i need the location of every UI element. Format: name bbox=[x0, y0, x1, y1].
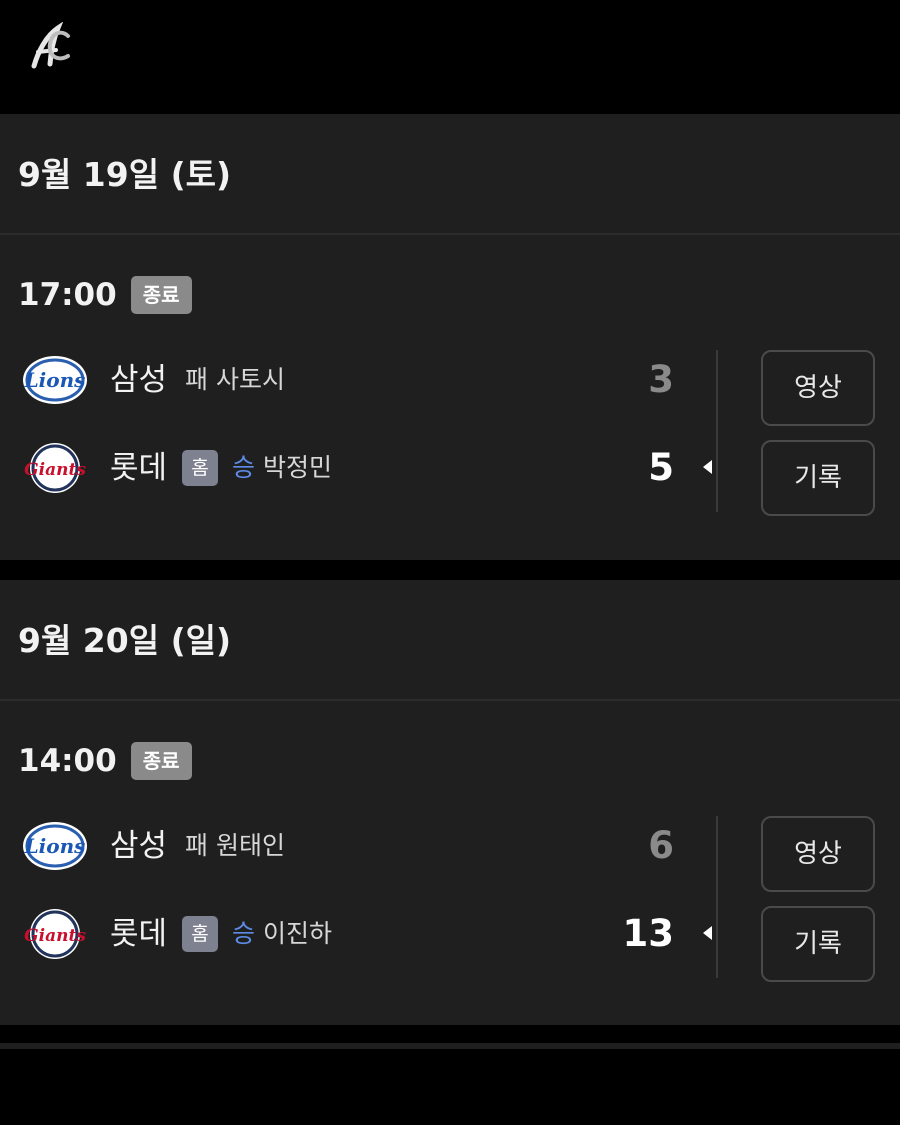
svg-text:Giants: Giants bbox=[24, 460, 86, 480]
game-time-row: 17:00 종료 bbox=[18, 275, 192, 315]
game-card[interactable]: 14:00 종료 Lions 삼성 패 원태인 6 Giants 롯데 홈 승 … bbox=[0, 701, 900, 1026]
game-time-row: 14:00 종료 bbox=[18, 741, 192, 781]
game-time: 14:00 bbox=[18, 743, 117, 779]
score: 3 bbox=[648, 358, 674, 401]
game-card[interactable]: 17:00 종료 Lions 삼성 패 사토시 3 Giants 롯데 홈 승 … bbox=[0, 235, 900, 560]
date-title: 9월 19일 (토) bbox=[18, 155, 232, 194]
pitcher-result: 승 박정민 bbox=[232, 438, 332, 498]
team-row-home: Giants 롯데 홈 승 박정민 5 bbox=[0, 438, 720, 498]
team-logo-icon[interactable] bbox=[24, 22, 74, 72]
score: 5 bbox=[648, 446, 674, 489]
giants-logo-icon: Giants bbox=[24, 909, 86, 959]
date-header: 9월 19일 (토) bbox=[0, 114, 900, 235]
pitcher-name: 원태인 bbox=[215, 831, 285, 860]
team-row-away: Lions 삼성 패 원태인 6 bbox=[0, 816, 720, 876]
team-row-home: Giants 롯데 홈 승 이진하 13 bbox=[0, 904, 720, 964]
next-section-edge bbox=[0, 1043, 900, 1049]
score: 6 bbox=[648, 824, 674, 867]
giants-logo-icon: Giants bbox=[24, 443, 86, 493]
pitcher-name: 사토시 bbox=[215, 365, 285, 394]
home-badge: 홈 bbox=[182, 450, 218, 486]
result-label: 승 bbox=[232, 453, 256, 482]
date-header: 9월 20일 (일) bbox=[0, 580, 900, 701]
video-button[interactable]: 영상 bbox=[761, 350, 875, 426]
game-time: 17:00 bbox=[18, 277, 117, 313]
home-badge: 홈 bbox=[182, 916, 218, 952]
team-row-away: Lions 삼성 패 사토시 3 bbox=[0, 350, 720, 410]
lions-logo-icon: Lions bbox=[23, 356, 87, 404]
day-section: 9월 20일 (일) 14:00 종료 Lions 삼성 패 원태인 6 Gia bbox=[0, 580, 900, 1025]
result-label: 패 bbox=[185, 831, 209, 860]
pitcher-result: 패 사토시 bbox=[185, 350, 285, 410]
score: 13 bbox=[622, 912, 675, 955]
team-name: 롯데 bbox=[110, 450, 168, 486]
winner-arrow-icon bbox=[703, 926, 712, 940]
pitcher-result: 패 원태인 bbox=[185, 816, 285, 876]
pitcher-result: 승 이진하 bbox=[232, 904, 332, 964]
status-badge: 종료 bbox=[130, 742, 192, 780]
date-title: 9월 20일 (일) bbox=[18, 621, 232, 660]
video-button[interactable]: 영상 bbox=[761, 816, 875, 892]
svg-text:Lions: Lions bbox=[24, 368, 86, 392]
pitcher-name: 박정민 bbox=[262, 453, 332, 482]
team-name: 삼성 bbox=[110, 828, 168, 864]
record-button[interactable]: 기록 bbox=[761, 440, 875, 516]
divider bbox=[716, 816, 718, 978]
record-button[interactable]: 기록 bbox=[761, 906, 875, 982]
pitcher-name: 이진하 bbox=[262, 919, 332, 948]
top-bar bbox=[0, 0, 900, 103]
team-name: 삼성 bbox=[110, 362, 168, 398]
lions-logo-icon: Lions bbox=[23, 822, 87, 870]
svg-text:Giants: Giants bbox=[24, 926, 86, 946]
team-name: 롯데 bbox=[110, 916, 168, 952]
day-section: 9월 19일 (토) 17:00 종료 Lions 삼성 패 사토시 3 Gia bbox=[0, 114, 900, 560]
result-label: 패 bbox=[185, 365, 209, 394]
svg-text:Lions: Lions bbox=[24, 834, 86, 858]
winner-arrow-icon bbox=[703, 460, 712, 474]
status-badge: 종료 bbox=[130, 276, 192, 314]
divider bbox=[716, 350, 718, 512]
result-label: 승 bbox=[232, 919, 256, 948]
